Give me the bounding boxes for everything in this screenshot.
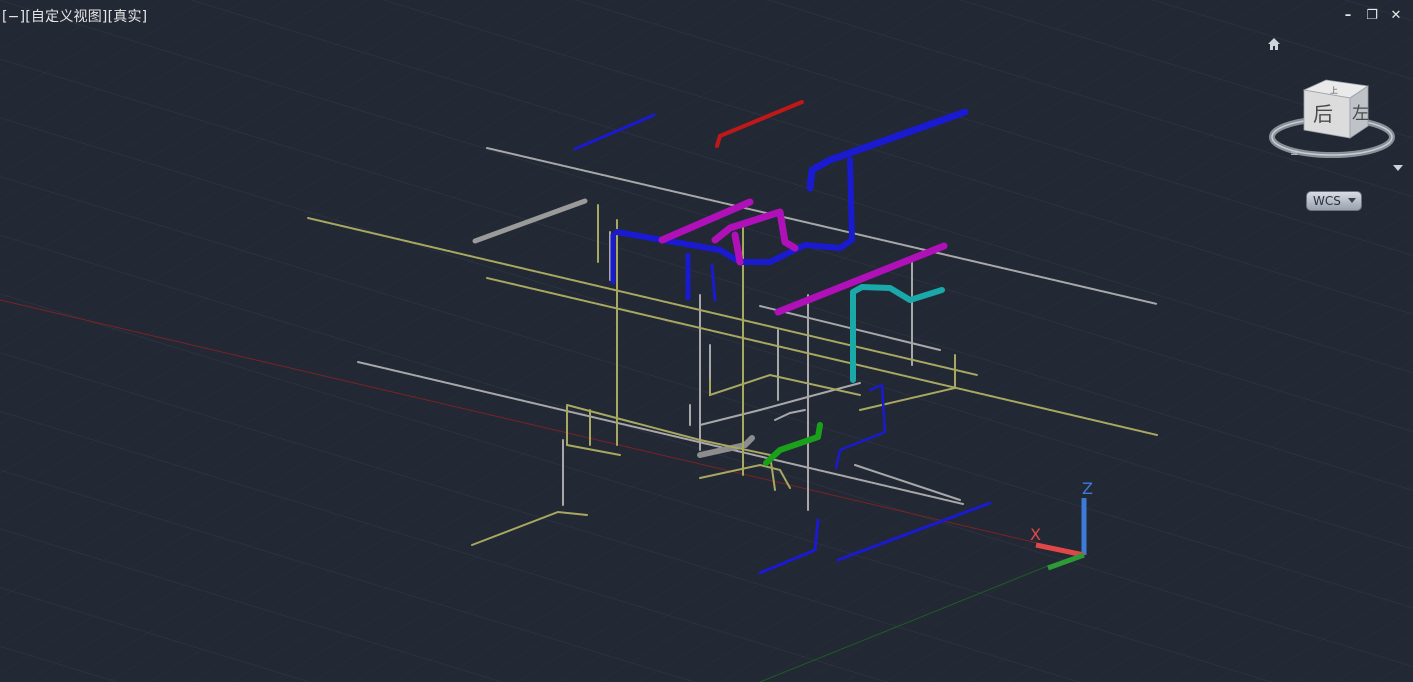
wcs-menu-button[interactable]: WCS — [1306, 191, 1362, 211]
ucs-z-label: Z — [1082, 479, 1093, 498]
home-icon[interactable] — [1267, 37, 1281, 51]
viewport-label[interactable]: [−][自定义视图][真实] — [2, 6, 147, 26]
model-viewport[interactable]: Z X — [0, 0, 1413, 682]
grid-plane — [0, 0, 1413, 682]
viewcube[interactable]: 上 后 左 ≡ — [1268, 76, 1402, 166]
svg-text:≡: ≡ — [1290, 148, 1298, 159]
restore-button[interactable]: ❐ — [1364, 8, 1380, 24]
minimize-button[interactable]: – — [1340, 8, 1356, 24]
wcs-label: WCS — [1313, 194, 1341, 208]
viewcube-left-label: 左 — [1352, 104, 1369, 124]
viewcube-top-label: 上 — [1330, 86, 1338, 95]
chevron-down-icon — [1348, 198, 1356, 203]
close-button[interactable]: ✕ — [1388, 8, 1404, 24]
viewcube-menu-arrow-icon[interactable] — [1392, 163, 1404, 173]
ucs-x-label: X — [1030, 525, 1041, 544]
viewcube-back-label: 后 — [1313, 102, 1333, 126]
